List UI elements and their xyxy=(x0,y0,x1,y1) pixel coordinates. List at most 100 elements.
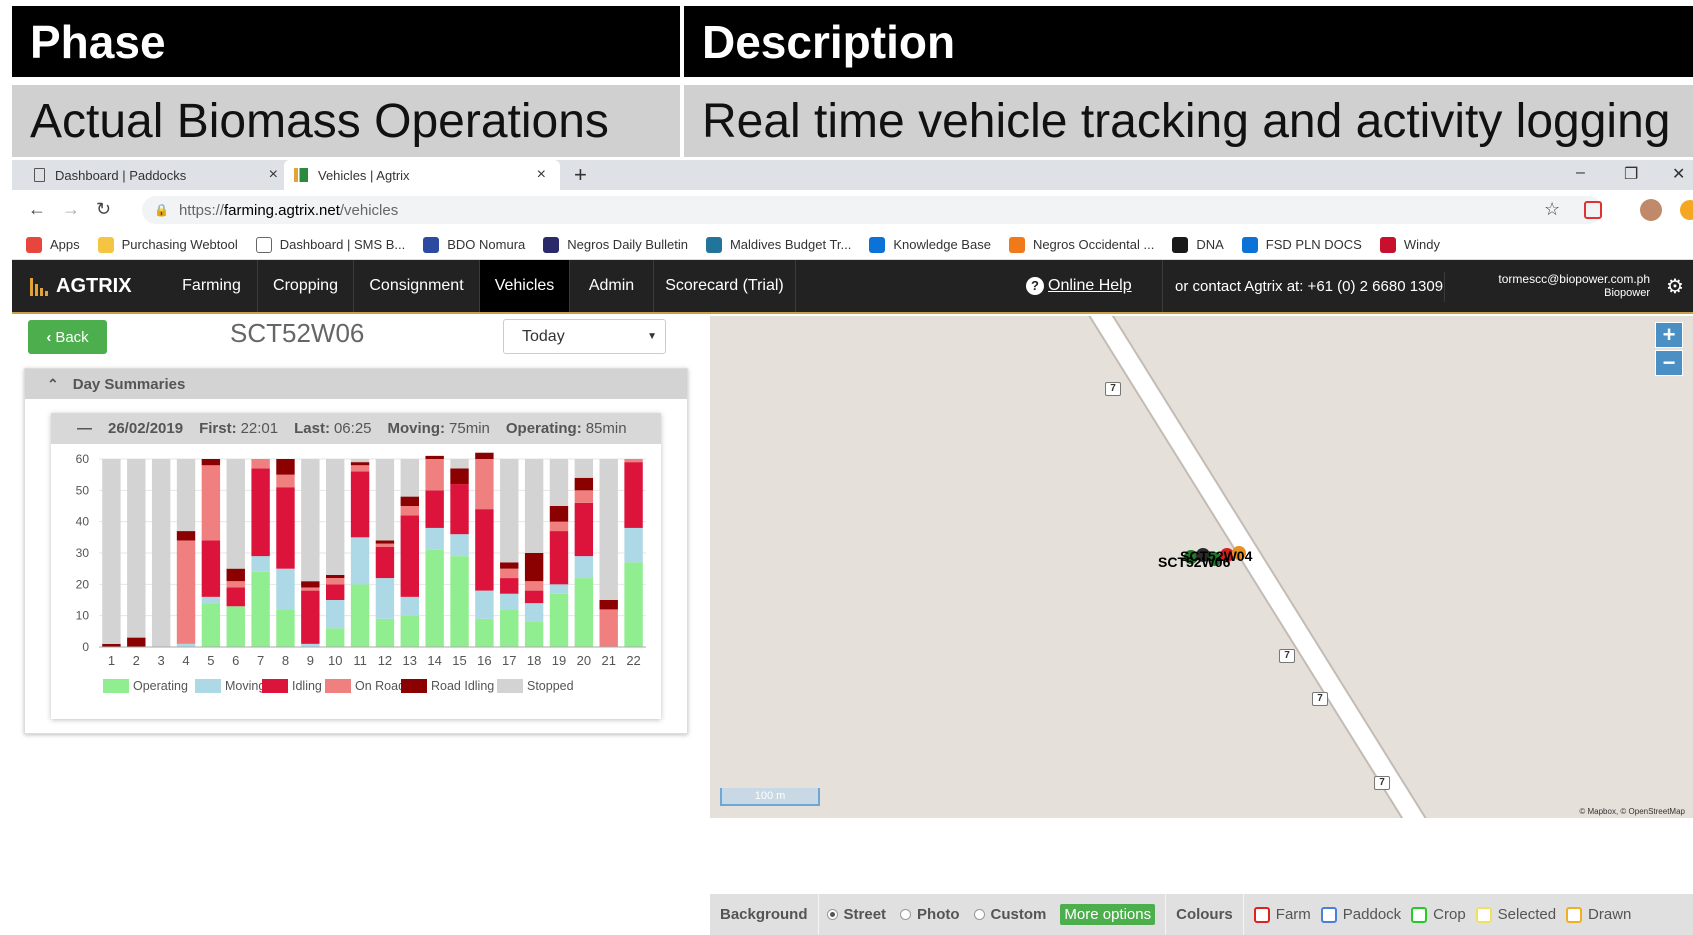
bar-segment-operating xyxy=(251,571,270,647)
extension-icon[interactable] xyxy=(1680,200,1693,220)
vehicle-map[interactable]: 7777 SCT52W04 SCT52W06 + − 100 m © Mapbo… xyxy=(710,316,1693,818)
bookmark-item[interactable]: Negros Daily Bulletin xyxy=(543,236,688,253)
new-tab-button[interactable]: + xyxy=(574,162,587,188)
colour-key-label: Paddock xyxy=(1342,906,1402,923)
reload-icon[interactable]: ↻ xyxy=(96,199,111,220)
bar-segment-stopped xyxy=(574,459,594,478)
bar-segment-operating xyxy=(475,618,494,647)
collapse-icon[interactable]: — xyxy=(77,420,92,437)
bookmark-item[interactable]: BDO Nomura xyxy=(423,236,525,253)
tab-close-icon[interactable]: × xyxy=(537,166,546,184)
bookmark-item[interactable]: Dashboard | SMS B... xyxy=(255,236,406,253)
x-tick-label: 3 xyxy=(158,653,165,668)
user-menu[interactable]: tormescc@biopower.com.ph Biopower xyxy=(1444,272,1650,302)
bar-segment-operating xyxy=(326,628,345,647)
url-field[interactable]: 🔒 https://farming.agtrix.net/vehicles xyxy=(142,196,1602,224)
browser-tab-bar: Dashboard | Paddocks × Vehicles | Agtrix… xyxy=(12,160,1693,190)
back-arrow-icon[interactable]: ← xyxy=(28,199,46,220)
bar-segment-on-road xyxy=(574,490,594,503)
bar-segment-stopped xyxy=(500,459,519,563)
nav-vehicles[interactable]: Vehicles xyxy=(480,260,570,312)
x-tick-label: 20 xyxy=(577,653,591,668)
bookmark-item[interactable]: Knowledge Base xyxy=(869,236,991,253)
gear-icon[interactable]: ⚙ xyxy=(1666,274,1684,299)
bookmark-item[interactable]: Purchasing Webtool xyxy=(97,236,238,253)
bookmark-item[interactable]: Maldives Budget Tr... xyxy=(705,236,851,253)
radio-custom[interactable] xyxy=(973,909,985,920)
zoom-out-button[interactable]: − xyxy=(1655,350,1683,376)
description-header: Description xyxy=(684,6,1693,77)
bar-segment-on-road xyxy=(375,543,395,547)
tab-dashboard-paddocks[interactable]: Dashboard | Paddocks × xyxy=(24,160,292,190)
radio-photo[interactable] xyxy=(900,909,912,920)
profile-avatar[interactable] xyxy=(1640,199,1662,221)
pocket-extension-icon[interactable] xyxy=(1584,201,1602,219)
online-help-label: Online Help xyxy=(1048,277,1132,294)
day-summary-header[interactable]: — 26/02/2019 First: 22:01 Last: 06:25 Movi… xyxy=(51,413,661,444)
x-tick-label: 9 xyxy=(307,653,314,668)
back-button[interactable]: ‹ Back xyxy=(28,320,107,354)
bookmark-star-icon[interactable]: ☆ xyxy=(1544,199,1560,220)
zoom-in-button[interactable]: + xyxy=(1655,322,1683,348)
legend-label: On Road xyxy=(355,679,405,693)
minimize-button[interactable]: – xyxy=(1576,164,1585,182)
bar-segment-on-road xyxy=(176,540,196,644)
agtrix-logo[interactable]: AGTRIX xyxy=(30,275,132,298)
online-help-link[interactable]: ? Online Help xyxy=(1026,260,1132,312)
bar-segment-operating xyxy=(226,606,245,647)
street-label: Street xyxy=(843,906,887,923)
tab-vehicles-agtrix[interactable]: Vehicles | Agtrix × xyxy=(284,160,560,190)
bar-segment-idling xyxy=(301,590,320,644)
bookmark-icon xyxy=(705,236,722,253)
colour-swatch xyxy=(1320,906,1337,923)
tab-close-icon[interactable]: × xyxy=(269,166,278,184)
bookmark-item[interactable]: Windy xyxy=(1379,236,1440,253)
map-attribution[interactable]: © Mapbox, © OpenStreetMap xyxy=(1579,807,1685,816)
nav-farming[interactable]: Farming xyxy=(166,260,258,312)
bar-segment-idling xyxy=(500,578,519,594)
day-summary-card: — 26/02/2019 First: 22:01 Last: 06:25 Movi… xyxy=(51,413,661,719)
bar-segment-stopped xyxy=(127,459,146,638)
nav-cropping[interactable]: Cropping xyxy=(258,260,354,312)
bar-segment-on-road xyxy=(500,568,519,579)
summary-first: First: 22:01 xyxy=(199,420,279,437)
x-tick-label: 2 xyxy=(133,653,140,668)
bookmark-item[interactable]: Negros Occidental ... xyxy=(1008,236,1154,253)
bar-segment-operating xyxy=(375,618,395,647)
chevron-left-icon: ‹ xyxy=(46,328,52,346)
bar-segment-stopped xyxy=(151,459,171,647)
nav-consignment[interactable]: Consignment xyxy=(354,260,480,312)
bar-segment-on-road xyxy=(425,459,444,491)
legend-label: Stopped xyxy=(527,679,574,693)
forward-arrow-icon[interactable]: → xyxy=(62,199,80,220)
bar-segment-idling xyxy=(201,540,221,597)
contact-info: or contact Agtrix at: +61 (0) 2 6680 130… xyxy=(1162,260,1443,312)
bookmark-icon xyxy=(1008,236,1025,253)
app-navbar: AGTRIX Farming Cropping Consignment Vehi… xyxy=(12,260,1693,314)
nav-scorecard[interactable]: Scorecard (Trial) xyxy=(654,260,796,312)
bookmark-label: Negros Daily Bulletin xyxy=(567,237,688,252)
day-summaries-header[interactable]: ⌃ Day Summaries xyxy=(25,369,687,399)
radio-street[interactable] xyxy=(826,909,838,920)
bookmark-item[interactable]: Apps xyxy=(26,236,80,253)
bookmark-label: Dashboard | SMS B... xyxy=(279,237,406,252)
period-select[interactable]: Today ▼ xyxy=(503,319,666,354)
window-close-button[interactable]: ✕ xyxy=(1672,164,1685,184)
x-tick-label: 11 xyxy=(353,653,367,668)
bookmark-icon xyxy=(543,236,560,253)
nav-admin[interactable]: Admin xyxy=(570,260,654,312)
bookmark-item[interactable]: FSD PLN DOCS xyxy=(1241,236,1362,253)
bar-segment-moving xyxy=(524,603,544,622)
bookmark-item[interactable]: DNA xyxy=(1172,236,1224,253)
screenshot: { "slide": { "header": { "phase": "Phase… xyxy=(0,0,1693,935)
bar-segment-on-road xyxy=(549,521,569,532)
y-tick-label: 10 xyxy=(76,609,90,623)
bar-segment-idling xyxy=(400,515,419,597)
more-options-button[interactable]: More options xyxy=(1060,904,1156,925)
restore-button[interactable]: ❐ xyxy=(1624,164,1638,184)
bar-segment-idling xyxy=(276,487,295,569)
bar-segment-road-idling xyxy=(475,452,494,459)
url-host: farming.agtrix.net xyxy=(223,201,340,219)
bookmark-icon xyxy=(1172,236,1189,253)
bar-segment-road-idling xyxy=(201,459,221,466)
